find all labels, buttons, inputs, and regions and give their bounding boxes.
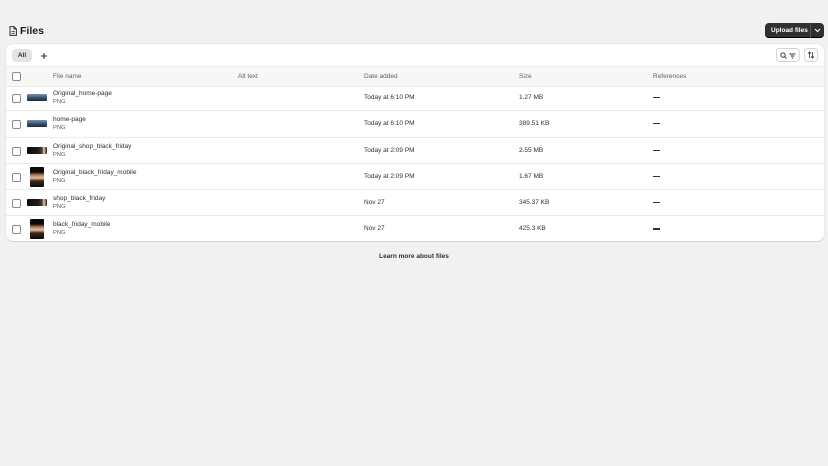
file-thumbnail[interactable] [27,146,47,154]
search-icon [780,46,787,64]
file-type: PNG [53,151,66,158]
file-type: PNG [53,99,66,105]
file-name[interactable]: black_friday_mobile [53,221,110,228]
references-empty [653,175,660,178]
column-date-added[interactable]: Date added [364,73,398,80]
references-empty [653,202,660,204]
files-table-body: Original_home-page PNG Today at 6:10 PM … [6,85,824,243]
date-added-cell: Today at 2:09 PM [364,146,415,154]
date-added-cell: Nov 27 [364,225,385,233]
row-checkbox[interactable] [12,120,21,130]
size-cell: 1.27 MB [519,94,544,101]
table-row[interactable]: Original_black_friday_mobile PNG Today a… [6,164,824,191]
page-title-group: Files [9,25,44,37]
filter-icon [789,46,796,64]
upload-files-button[interactable]: Upload files [765,23,824,38]
table-row[interactable]: Original_shop_black_friday PNG Today at … [6,138,824,164]
column-references[interactable]: References [653,73,686,80]
file-type: PNG [53,125,66,132]
size-cell: 345.37 KB [519,199,550,207]
file-icon [9,26,17,36]
chevron-down-icon[interactable] [811,28,824,33]
file-thumbnail[interactable] [27,94,47,101]
file-thumbnail[interactable] [30,166,44,187]
select-all-checkbox[interactable] [12,72,21,81]
file-name[interactable]: shop_black_friday [53,195,105,202]
table-tools [776,48,818,62]
date-added-cell: Today at 6:10 PM [364,120,415,128]
row-checkbox[interactable] [12,199,21,209]
table-row[interactable]: shop_black_friday PNG Nov 27 345.37 KB [6,190,824,217]
table-row[interactable]: black_friday_mobile PNG Nov 27 425.3 KB [6,216,824,242]
file-name[interactable]: home-page [53,116,86,123]
page-header: Files Upload files [9,22,824,40]
file-name[interactable]: Original_black_friday_mobile [53,169,136,176]
size-cell: 2.55 MB [519,146,544,154]
upload-files-label[interactable]: Upload files [765,27,810,34]
row-checkbox[interactable] [12,94,21,103]
file-thumbnail[interactable] [27,120,47,128]
size-cell: 389.51 KB [519,120,550,128]
view-tabs: All [12,49,49,62]
column-size[interactable]: Size [519,73,532,80]
date-added-cell: Nov 27 [364,199,385,207]
file-name[interactable]: Original_home-page [53,90,112,97]
sort-button[interactable] [804,48,818,62]
references-empty [653,123,660,125]
file-name[interactable]: Original_shop_black_friday [53,143,131,150]
table-row[interactable]: Original_home-page PNG Today at 6:10 PM … [6,85,824,112]
table-header: File name Alt text Date added Size Refer… [6,66,824,87]
references-empty [653,228,660,230]
file-type: PNG [53,177,66,184]
table-row[interactable]: home-page PNG Today at 6:10 PM 389.51 KB [6,111,824,138]
row-checkbox[interactable] [12,146,21,156]
files-card: All File name Alt text Date added Size R… [6,44,824,241]
size-cell: 1.67 MB [519,172,544,180]
column-alt-text[interactable]: Alt text [238,73,258,80]
learn-more-link[interactable]: Learn more about files [0,253,828,260]
date-added-cell: Today at 6:10 PM [364,94,415,101]
file-thumbnail[interactable] [30,219,44,240]
references-empty [653,149,660,151]
row-checkbox[interactable] [12,172,21,182]
page-title: Files [20,25,44,37]
search-filter-button[interactable] [776,48,800,62]
file-type: PNG [53,204,66,211]
tab-all[interactable]: All [12,49,32,62]
column-file-name[interactable]: File name [53,73,82,80]
file-thumbnail[interactable] [27,199,47,207]
row-checkbox[interactable] [12,225,21,235]
sort-icon [807,46,815,64]
date-added-cell: Today at 2:09 PM [364,172,415,180]
plus-icon[interactable] [38,49,49,62]
references-empty [653,97,660,99]
size-cell: 425.3 KB [519,225,546,233]
file-type: PNG [53,230,66,237]
